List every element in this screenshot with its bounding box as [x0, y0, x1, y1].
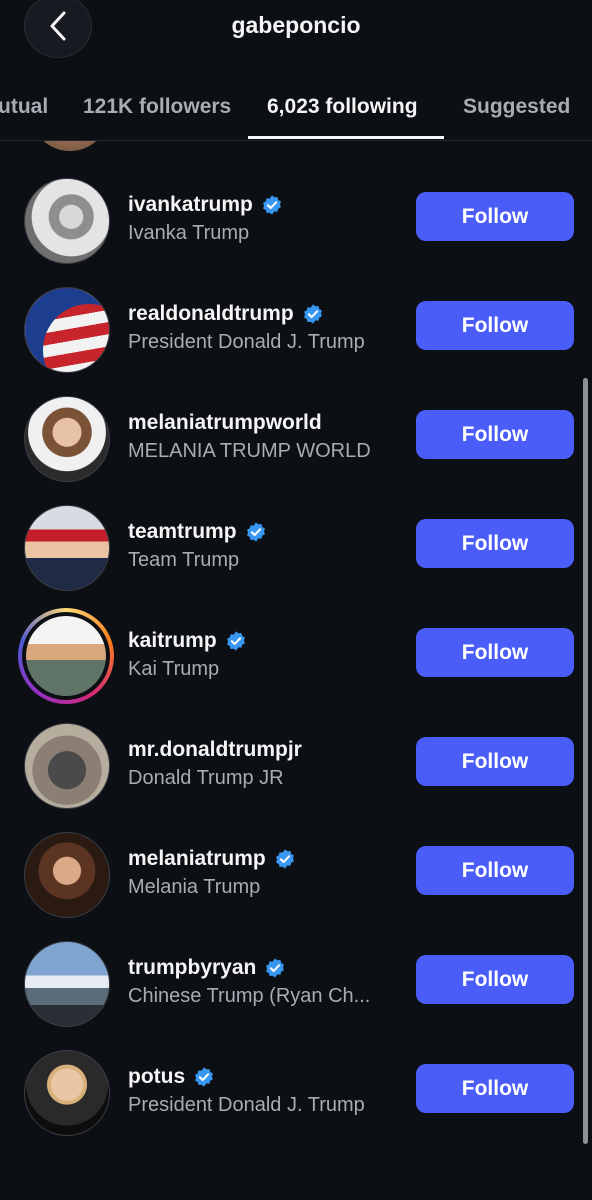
- follow-button[interactable]: Follow: [416, 628, 574, 677]
- active-tab-indicator: [248, 136, 444, 139]
- follow-button[interactable]: Follow: [416, 301, 574, 350]
- account-handle[interactable]: melaniatrumpworld: [128, 411, 322, 435]
- avatar[interactable]: [24, 832, 110, 918]
- account-full-name: MELANIA TRUMP WORLD: [128, 440, 371, 462]
- account-handle[interactable]: kaitrump: [128, 629, 217, 653]
- list-item[interactable]: trumpbyryan Chinese Trump (Ryan Ch... Fo…: [0, 941, 592, 1050]
- verified-badge-icon: [262, 195, 281, 215]
- account-handle[interactable]: realdonaldtrump: [128, 302, 294, 326]
- verified-badge-icon: [226, 631, 245, 651]
- list-item[interactable]: ivankatrump Ivanka Trump Follow: [0, 178, 592, 287]
- follow-button[interactable]: Follow: [416, 1064, 574, 1113]
- tab-following[interactable]: 6,023 following: [267, 95, 418, 119]
- avatar[interactable]: [24, 396, 110, 482]
- scrollbar[interactable]: [583, 378, 588, 1144]
- account-handle[interactable]: teamtrump: [128, 520, 237, 544]
- account-full-name: Ivanka Trump: [128, 222, 250, 244]
- page-title: gabeponcio: [231, 12, 361, 38]
- following-screen: gabeponcio utual 121K followers 6,023 fo…: [0, 0, 592, 1200]
- verified-badge-icon: [246, 522, 265, 542]
- list-item[interactable]: kaitrump Kai Trump Follow: [0, 608, 592, 723]
- account-full-name: Melania Trump: [128, 876, 261, 898]
- follow-button[interactable]: Follow: [416, 192, 574, 241]
- tab-suggested[interactable]: Suggested: [463, 95, 570, 119]
- avatar[interactable]: [24, 287, 110, 373]
- account-full-name: Donald Trump JR: [128, 767, 284, 789]
- avatar[interactable]: [24, 178, 110, 264]
- account-full-name: Kai Trump: [128, 658, 220, 680]
- follow-button[interactable]: Follow: [416, 955, 574, 1004]
- account-handle[interactable]: trumpbyryan: [128, 956, 256, 980]
- verified-badge-icon: [275, 849, 294, 869]
- avatar[interactable]: [18, 608, 114, 704]
- account-full-name: Team Trump: [128, 549, 240, 571]
- list-item[interactable]: realdonaldtrump President Donald J. Trum…: [0, 287, 592, 396]
- list-item[interactable]: melaniatrump Melania Trump Follow: [0, 832, 592, 941]
- avatar[interactable]: [24, 723, 110, 809]
- account-handle[interactable]: ivankatrump: [128, 193, 253, 217]
- follow-button[interactable]: Follow: [416, 410, 574, 459]
- tab-followers[interactable]: 121K followers: [83, 95, 231, 119]
- tab-mutual[interactable]: utual: [0, 95, 48, 119]
- list-item[interactable]: teamtrump Team Trump Follow: [0, 505, 592, 614]
- account-handle[interactable]: potus: [128, 1065, 185, 1089]
- list-item[interactable]: melaniatrumpworld MELANIA TRUMP WORLD Fo…: [0, 396, 592, 505]
- following-list[interactable]: ivankatrump Ivanka Trump Follow realdona…: [0, 141, 592, 1200]
- account-handle[interactable]: melaniatrump: [128, 847, 266, 871]
- follow-button[interactable]: Follow: [416, 737, 574, 786]
- verified-badge-icon: [303, 304, 322, 324]
- avatar[interactable]: [24, 505, 110, 591]
- follow-button[interactable]: Follow: [416, 846, 574, 895]
- top-bar: gabeponcio: [0, 0, 592, 60]
- tab-bar: utual 121K followers 6,023 following Sug…: [0, 78, 592, 141]
- verified-badge-icon: [195, 1067, 214, 1087]
- avatar[interactable]: [24, 1050, 110, 1136]
- follow-button[interactable]: Follow: [416, 519, 574, 568]
- account-full-name: Chinese Trump (Ryan Ch...: [128, 985, 371, 1007]
- list-item[interactable]: mr.donaldtrumpjr Donald Trump JR Follow: [0, 723, 592, 832]
- account-full-name: President Donald J. Trump: [128, 331, 365, 353]
- verified-badge-icon: [266, 958, 285, 978]
- avatar[interactable]: [30, 141, 110, 151]
- account-full-name: President Donald J. Trump: [128, 1094, 365, 1116]
- avatar[interactable]: [24, 941, 110, 1027]
- account-handle[interactable]: mr.donaldtrumpjr: [128, 738, 302, 762]
- list-item[interactable]: potus President Donald J. Trump Follow: [0, 1050, 592, 1159]
